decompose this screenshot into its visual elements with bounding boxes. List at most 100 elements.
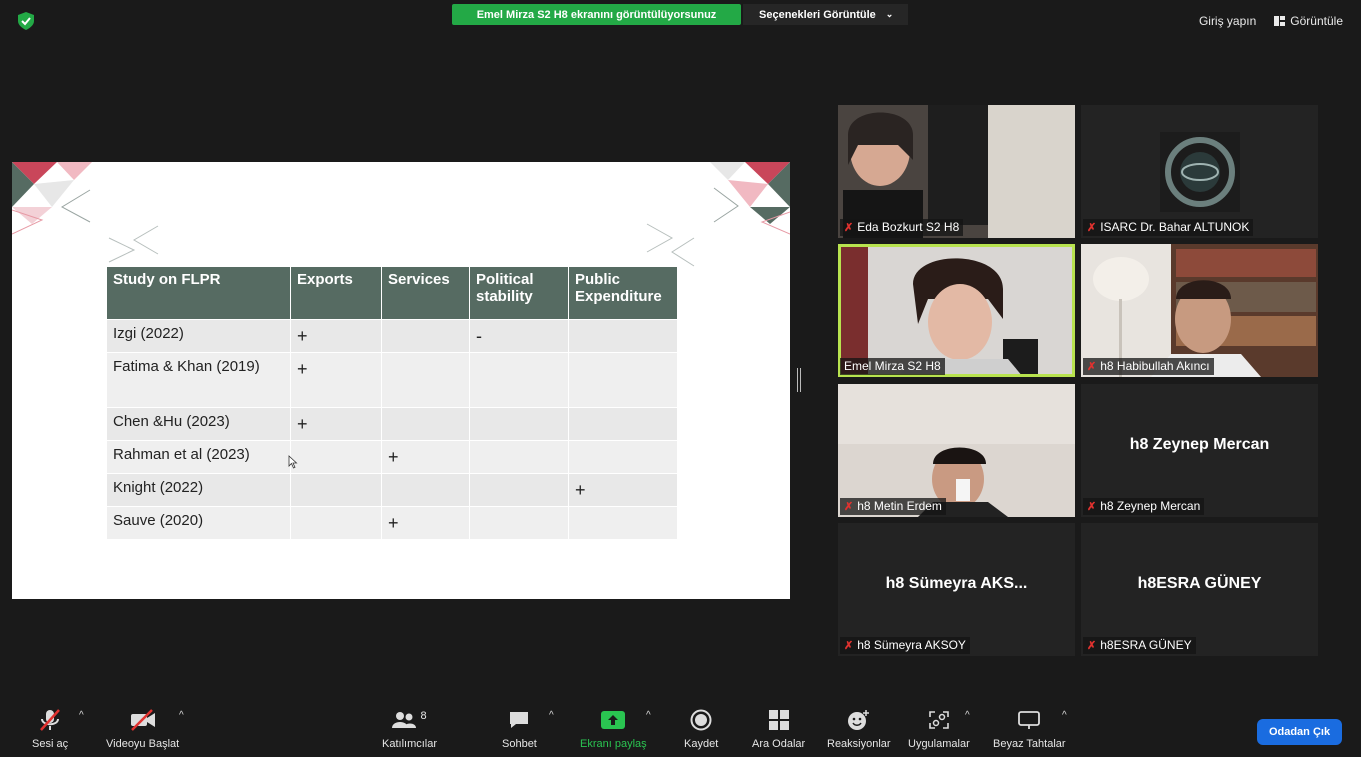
participant-tile-emel-speaking[interactable]: Emel Mirza S2 H8 xyxy=(838,244,1075,377)
participant-tile-metin[interactable]: ✗ h8 Metin Erdem xyxy=(838,384,1075,517)
sign-in-link[interactable]: Giriş yapın xyxy=(1199,14,1256,28)
chevron-down-icon: ⌄ xyxy=(885,9,894,19)
record-icon xyxy=(690,709,712,731)
whiteboards-label: Beyaz Tahtalar xyxy=(993,738,1066,750)
apps-options-caret[interactable]: ^ xyxy=(965,710,970,721)
participant-label: ✗ h8 Metin Erdem xyxy=(840,498,946,515)
participant-name: Emel Mirza S2 H8 xyxy=(844,359,941,373)
video-options-caret[interactable]: ^ xyxy=(179,710,184,721)
apps-button[interactable]: Uygulamalar xyxy=(908,708,970,750)
table-header-row: Study on FLPR Exports Services Political… xyxy=(107,267,677,319)
reactions-label: Reaksiyonlar xyxy=(827,738,891,750)
table-cell xyxy=(382,474,469,506)
table-cell: + xyxy=(382,441,469,473)
participants-button[interactable]: 8 Katılımcılar xyxy=(382,708,437,750)
breakout-rooms-icon xyxy=(768,710,789,730)
participant-display-name: h8ESRA GÜNEY xyxy=(1137,575,1262,592)
table-cell: + xyxy=(382,507,469,539)
share-options-caret[interactable]: ^ xyxy=(646,710,651,721)
mic-muted-icon: ✗ xyxy=(1087,221,1097,234)
reactions-button[interactable]: Reaksiyonlar xyxy=(827,708,891,750)
table-cell xyxy=(569,353,677,407)
table-cell xyxy=(382,320,469,352)
view-options-button[interactable]: Seçenekleri Görüntüle ⌄ xyxy=(743,4,908,25)
header-cell: Services xyxy=(382,267,469,319)
participant-name: ISARC Dr. Bahar ALTUNOK xyxy=(1100,220,1250,234)
chat-label: Sohbet xyxy=(502,738,537,750)
chat-options-caret[interactable]: ^ xyxy=(549,710,554,721)
participant-label: Emel Mirza S2 H8 xyxy=(840,358,945,375)
table-row: Chen &Hu (2023) + xyxy=(107,408,677,440)
table-cell xyxy=(569,441,677,473)
share-screen-button[interactable]: Ekranı paylaş xyxy=(580,708,647,750)
participant-tile-isarc[interactable]: ✗ ISARC Dr. Bahar ALTUNOK xyxy=(1081,105,1318,238)
leave-room-button[interactable]: Odadan Çık xyxy=(1257,719,1342,745)
table-cell: + xyxy=(569,474,677,506)
participant-tile-zeynep[interactable]: h8 Zeynep Mercan ✗ h8 Zeynep Mercan xyxy=(1081,384,1318,517)
participant-display-name: h8 Zeynep Mercan xyxy=(1129,436,1270,453)
apps-label: Uygulamalar xyxy=(908,738,970,750)
header-cell: Exports xyxy=(291,267,381,319)
table-cell xyxy=(382,408,469,440)
participant-name: h8 Zeynep Mercan xyxy=(1100,499,1201,513)
split-view-handle[interactable] xyxy=(797,368,801,392)
record-button[interactable]: Kaydet xyxy=(684,708,718,750)
participant-label: ✗ ISARC Dr. Bahar ALTUNOK xyxy=(1083,219,1254,236)
reactions-icon xyxy=(847,710,869,730)
participant-tile-habibullah[interactable]: ✗ h8 Habibullah Akıncı xyxy=(1081,244,1318,377)
table-cell xyxy=(470,474,568,506)
start-video-button[interactable]: Videoyu Başlat xyxy=(106,708,179,750)
table-cell: Fatima & Khan (2019) xyxy=(107,353,290,407)
mic-muted-icon: ✗ xyxy=(844,639,854,652)
table-cell xyxy=(569,408,677,440)
table-cell: - xyxy=(470,320,568,352)
view-options-label: Seçenekleri Görüntüle xyxy=(759,8,876,21)
table-cell xyxy=(569,507,677,539)
table-row: Knight (2022) + xyxy=(107,474,677,506)
participant-name: h8 Sümeyra AKSOY xyxy=(857,638,966,652)
participant-name: Eda Bozkurt S2 H8 xyxy=(857,220,960,234)
table-cell xyxy=(291,441,381,473)
audio-options-caret[interactable]: ^ xyxy=(79,710,84,721)
record-label: Kaydet xyxy=(684,738,719,750)
header-cell: Study on FLPR xyxy=(107,267,290,319)
view-button[interactable]: Görüntüle xyxy=(1274,14,1343,28)
participants-icon xyxy=(392,712,417,728)
whiteboard-options-caret[interactable]: ^ xyxy=(1062,710,1067,721)
apps-icon xyxy=(929,711,949,729)
studies-table: Study on FLPR Exports Services Political… xyxy=(106,266,678,540)
mic-muted-icon: ✗ xyxy=(1087,500,1097,513)
participant-tile-eda[interactable]: ✗ Eda Bozkurt S2 H8 xyxy=(838,105,1075,238)
table-row: Fatima & Khan (2019) + xyxy=(107,353,677,407)
table-cell: Knight (2022) xyxy=(107,474,290,506)
security-shield-icon[interactable] xyxy=(18,12,34,30)
mic-muted-icon xyxy=(40,709,60,731)
breakout-rooms-button[interactable]: Ara Odalar xyxy=(752,708,805,750)
participant-label: ✗ h8 Sümeyra AKSOY xyxy=(840,637,970,654)
table-cell xyxy=(291,474,381,506)
view-button-label: Görüntüle xyxy=(1290,14,1343,28)
table-cell xyxy=(569,320,677,352)
table-cell: Chen &Hu (2023) xyxy=(107,408,290,440)
table-cell: Sauve (2020) xyxy=(107,507,290,539)
table-cell xyxy=(470,441,568,473)
unmute-label: Sesi aç xyxy=(32,738,69,750)
header-cell: Political stability xyxy=(470,267,568,319)
header-cell: Public Expenditure xyxy=(569,267,677,319)
chat-button[interactable]: Sohbet xyxy=(502,708,537,750)
participant-label: ✗ h8ESRA GÜNEY xyxy=(1083,637,1196,654)
participant-label: ✗ Eda Bozkurt S2 H8 xyxy=(840,219,964,236)
participant-name: h8 Habibullah Akıncı xyxy=(1100,359,1210,373)
participant-label: ✗ h8 Habibullah Akıncı xyxy=(1083,358,1214,375)
mouse-cursor-icon xyxy=(288,455,298,469)
participant-tile-esra[interactable]: h8ESRA GÜNEY ✗ h8ESRA GÜNEY xyxy=(1081,523,1318,656)
whiteboards-button[interactable]: Beyaz Tahtalar xyxy=(993,708,1066,750)
table-row: Izgi (2022) + - xyxy=(107,320,677,352)
unmute-button[interactable]: Sesi aç xyxy=(32,708,68,750)
shared-slide: Study on FLPR Exports Services Political… xyxy=(12,162,790,599)
mic-muted-icon: ✗ xyxy=(1087,360,1097,373)
participant-tile-sumeyra[interactable]: h8 Sümeyra AKS... ✗ h8 Sümeyra AKSOY xyxy=(838,523,1075,656)
gallery-view-icon xyxy=(1274,16,1286,26)
table-cell xyxy=(470,353,568,407)
table-row: Rahman et al (2023) + xyxy=(107,441,677,473)
